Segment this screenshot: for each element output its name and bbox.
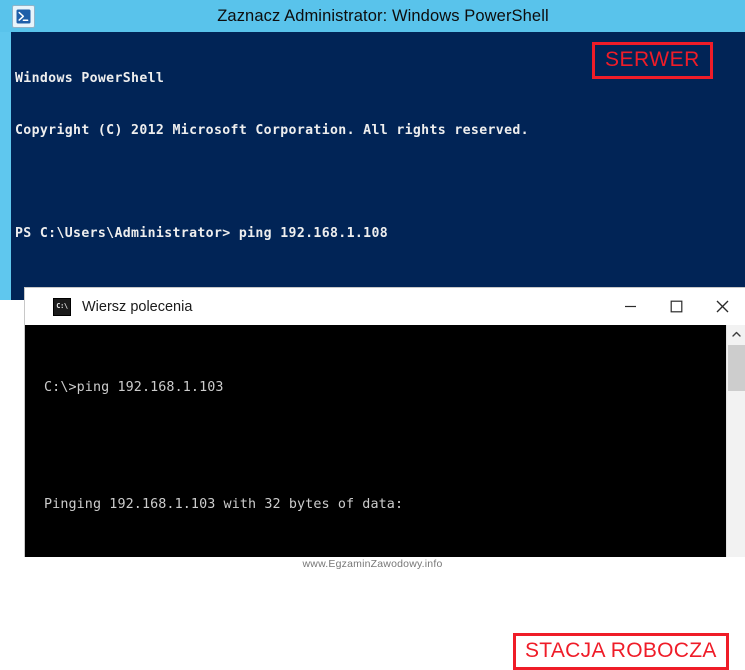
scroll-up-icon[interactable] xyxy=(727,325,745,343)
powershell-window[interactable]: Zaznacz Administrator: Windows PowerShel… xyxy=(0,0,745,300)
powershell-title: Zaznacz Administrator: Windows PowerShel… xyxy=(217,6,549,25)
console-line: C:\>ping 192.168.1.103 xyxy=(44,380,224,395)
command-prompt-icon-glyph: C:\ xyxy=(56,302,68,310)
command-prompt-icon: C:\ xyxy=(53,297,71,316)
maximize-button[interactable] xyxy=(653,288,699,325)
console-line: PS C:\Users\Administrator> ping 192.168.… xyxy=(15,226,389,242)
command-prompt-window[interactable]: C:\ Wiersz polecenia C:\>ping 192.168.1.… xyxy=(25,288,745,670)
console-line: Copyright (C) 2012 Microsoft Corporation… xyxy=(15,123,529,138)
powershell-icon xyxy=(12,4,35,28)
console-line: Pinging 192.168.1.103 with 32 bytes of d… xyxy=(44,497,404,512)
scrollbar-thumb[interactable] xyxy=(728,345,745,391)
screenshot-canvas: Zaznacz Administrator: Windows PowerShel… xyxy=(0,0,745,670)
powershell-titlebar[interactable]: Zaznacz Administrator: Windows PowerShel… xyxy=(0,0,745,32)
command-prompt-titlebar[interactable]: C:\ Wiersz polecenia xyxy=(25,288,745,325)
footer-watermark: www.EgzaminZawodowy.info xyxy=(0,557,745,572)
close-button[interactable] xyxy=(699,288,745,325)
command-prompt-title: Wiersz polecenia xyxy=(82,298,193,315)
command-prompt-console[interactable]: C:\>ping 192.168.1.103 Pinging 192.168.1… xyxy=(25,325,726,560)
window-controls xyxy=(607,288,745,325)
server-annotation-badge: SERWER xyxy=(592,42,713,79)
console-scrollbar[interactable] xyxy=(726,325,745,560)
minimize-button[interactable] xyxy=(607,288,653,325)
workstation-annotation-badge: STACJA ROBOCZA xyxy=(513,633,729,670)
